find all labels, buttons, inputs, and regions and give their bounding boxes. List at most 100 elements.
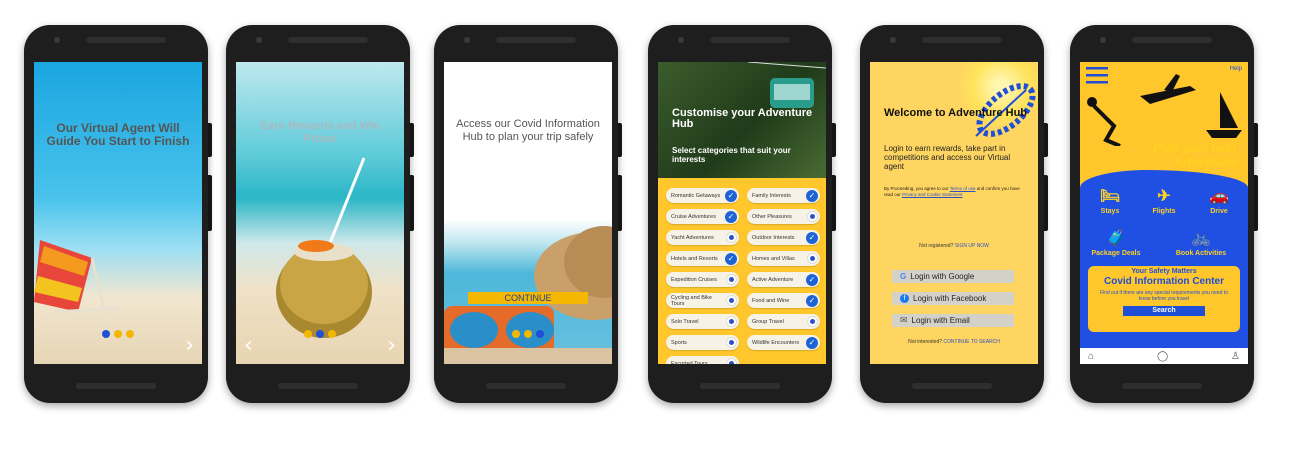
category-flights[interactable]: ✈ Flights bbox=[1146, 186, 1182, 215]
radio-icon[interactable] bbox=[807, 253, 818, 264]
category-chip[interactable]: Hotels and Resorts ✓ bbox=[666, 251, 739, 266]
chip-label: Family Interests bbox=[752, 192, 791, 199]
adventure-illustration bbox=[1087, 74, 1242, 146]
not-registered-text: Not registered? SIGN UP NOW bbox=[919, 243, 989, 249]
chip-label: Other Pleasures bbox=[752, 213, 792, 220]
chevron-right-icon[interactable]: › bbox=[185, 333, 194, 358]
home-icon[interactable]: ⌂ bbox=[1088, 351, 1094, 362]
radio-icon[interactable] bbox=[726, 358, 737, 364]
person-icon[interactable]: ♙ bbox=[1231, 351, 1240, 362]
chip-label: Food and Wine bbox=[752, 297, 790, 304]
category-chip[interactable]: Other Pleasures bbox=[747, 209, 820, 224]
home-screen: Help Plan your next Adventure 🛏 Stays ✈ Fl… bbox=[1080, 62, 1248, 364]
chip-label: Escorted Tours bbox=[671, 360, 708, 365]
page-dot[interactable] bbox=[512, 330, 520, 338]
chip-label: Wildlife Encounters bbox=[752, 339, 800, 346]
check-icon[interactable]: ✓ bbox=[806, 336, 818, 349]
chevron-right-icon[interactable]: › bbox=[387, 333, 396, 358]
category-chip[interactable]: Outdoor Interests ✓ bbox=[747, 230, 820, 245]
category-chip[interactable]: Cycling and Bike Tours bbox=[666, 293, 739, 308]
radio-icon[interactable] bbox=[807, 211, 818, 222]
page-dot[interactable] bbox=[316, 330, 324, 338]
chip-label: Active Adventure bbox=[752, 276, 794, 283]
pagination-dots[interactable] bbox=[444, 330, 612, 338]
not-interested-text: Not interested? CONTINUE TO SEARCH bbox=[908, 339, 1000, 345]
headline-line-2: Adventure bbox=[1173, 154, 1238, 169]
bicycle-icon: 🚲 bbox=[1191, 230, 1211, 247]
category-drive[interactable]: 🚗 Drive bbox=[1204, 186, 1234, 215]
radio-icon[interactable] bbox=[726, 232, 737, 243]
check-icon[interactable]: ✓ bbox=[725, 252, 737, 265]
page-dot[interactable] bbox=[536, 330, 544, 338]
chip-label: Solo Travel bbox=[671, 318, 699, 325]
legal-text: By Proceeding, you agree to our Terms of… bbox=[884, 186, 1020, 197]
plane-icon: ✈ bbox=[1157, 188, 1171, 205]
category-package-deals[interactable]: 🧳 Package Deals bbox=[1086, 228, 1146, 257]
onboarding-screen-1: Our Virtual Agent Will Guide You Start t… bbox=[34, 62, 202, 364]
radio-icon[interactable] bbox=[726, 316, 737, 327]
pagination-dots[interactable] bbox=[34, 330, 202, 338]
category-chip[interactable]: Sports bbox=[666, 335, 739, 350]
customise-screen: Customise your Adventure Hub Select cate… bbox=[658, 62, 826, 364]
category-chip[interactable]: Wildlife Encounters ✓ bbox=[747, 335, 820, 350]
continue-search-link[interactable]: CONTINUE TO SEARCH bbox=[943, 339, 1000, 345]
check-icon[interactable]: ✓ bbox=[806, 294, 818, 307]
chip-label: Hotels and Resorts bbox=[671, 255, 718, 262]
radio-icon[interactable] bbox=[726, 337, 737, 348]
screen-subtitle: Select categories that suit your interes… bbox=[672, 146, 791, 164]
category-chip[interactable]: Family Interests ✓ bbox=[747, 188, 820, 203]
page-dot[interactable] bbox=[114, 330, 122, 338]
welcome-body: Login to earn rewards, take part in comp… bbox=[884, 144, 1011, 171]
page-dot[interactable] bbox=[126, 330, 134, 338]
category-chip[interactable]: Food and Wine ✓ bbox=[747, 293, 820, 308]
category-chip[interactable]: Group Travel bbox=[747, 314, 820, 329]
radio-icon[interactable] bbox=[726, 295, 737, 306]
check-icon[interactable]: ✓ bbox=[806, 273, 818, 286]
covid-info-card: Your Safety Matters Covid Information Ce… bbox=[1088, 266, 1240, 332]
category-chip[interactable]: Escorted Tours bbox=[666, 356, 739, 364]
login-facebook-button[interactable]: f Login with Facebook bbox=[892, 292, 1014, 305]
category-chip[interactable]: Cruise Adventures ✓ bbox=[666, 209, 739, 224]
radio-icon[interactable] bbox=[807, 316, 818, 327]
covid-title: Covid Information Center bbox=[1103, 276, 1224, 287]
category-stays[interactable]: 🛏 Stays bbox=[1094, 186, 1126, 215]
screen-title: Customise your Adventure Hub bbox=[672, 107, 813, 130]
check-icon[interactable]: ✓ bbox=[725, 210, 737, 223]
page-dot[interactable] bbox=[304, 330, 312, 338]
page-dot[interactable] bbox=[524, 330, 532, 338]
login-google-button[interactable]: G Login with Google bbox=[892, 270, 1014, 283]
bottom-nav: ⌂ ◯ ♙ bbox=[1080, 348, 1248, 364]
chat-icon[interactable]: ◯ bbox=[1157, 351, 1168, 362]
category-book-activities[interactable]: 🚲 Book Activities bbox=[1166, 228, 1236, 257]
check-icon[interactable]: ✓ bbox=[725, 189, 737, 202]
check-icon[interactable]: ✓ bbox=[806, 231, 818, 244]
pagination-dots[interactable] bbox=[236, 330, 404, 338]
search-button[interactable]: Search bbox=[1123, 306, 1205, 316]
terms-link[interactable]: Terms of use bbox=[950, 186, 976, 191]
chip-label: Outdoor Interests bbox=[752, 234, 795, 241]
sign-up-link[interactable]: SIGN UP NOW bbox=[955, 243, 989, 249]
phone-2: Earn Rewards and Win Prizes ‹ › bbox=[226, 25, 414, 403]
category-chip[interactable]: Expedition Cruises bbox=[666, 272, 739, 287]
beach-chair-image bbox=[34, 240, 121, 327]
login-email-button[interactable]: ✉ Login with Email bbox=[892, 314, 1014, 327]
category-chip[interactable]: Romantic Getaways ✓ bbox=[666, 188, 739, 203]
chip-label: Expedition Cruises bbox=[671, 276, 717, 283]
continue-button[interactable]: CONTINUE bbox=[468, 292, 588, 304]
page-dot[interactable] bbox=[102, 330, 110, 338]
category-chip[interactable]: Homes and Villas bbox=[747, 251, 820, 266]
email-icon: ✉ bbox=[900, 315, 908, 325]
category-chip[interactable]: Active Adventure ✓ bbox=[747, 272, 820, 287]
chevron-left-icon[interactable]: ‹ bbox=[244, 333, 253, 358]
sun-hat-image bbox=[444, 226, 612, 364]
page-dot[interactable] bbox=[328, 330, 336, 338]
category-chips: Romantic Getaways ✓ Family Interests ✓ Cruis… bbox=[666, 188, 820, 364]
privacy-link[interactable]: Privacy and Cookie Statement bbox=[902, 192, 963, 197]
bed-icon: 🛏 bbox=[1099, 188, 1121, 205]
facebook-icon: f bbox=[900, 294, 909, 303]
category-chip[interactable]: Solo Travel bbox=[666, 314, 739, 329]
headline-line-1: Plan your next bbox=[1153, 141, 1236, 155]
check-icon[interactable]: ✓ bbox=[806, 189, 818, 202]
category-chip[interactable]: Yacht Adventures bbox=[666, 230, 739, 245]
radio-icon[interactable] bbox=[726, 274, 737, 285]
